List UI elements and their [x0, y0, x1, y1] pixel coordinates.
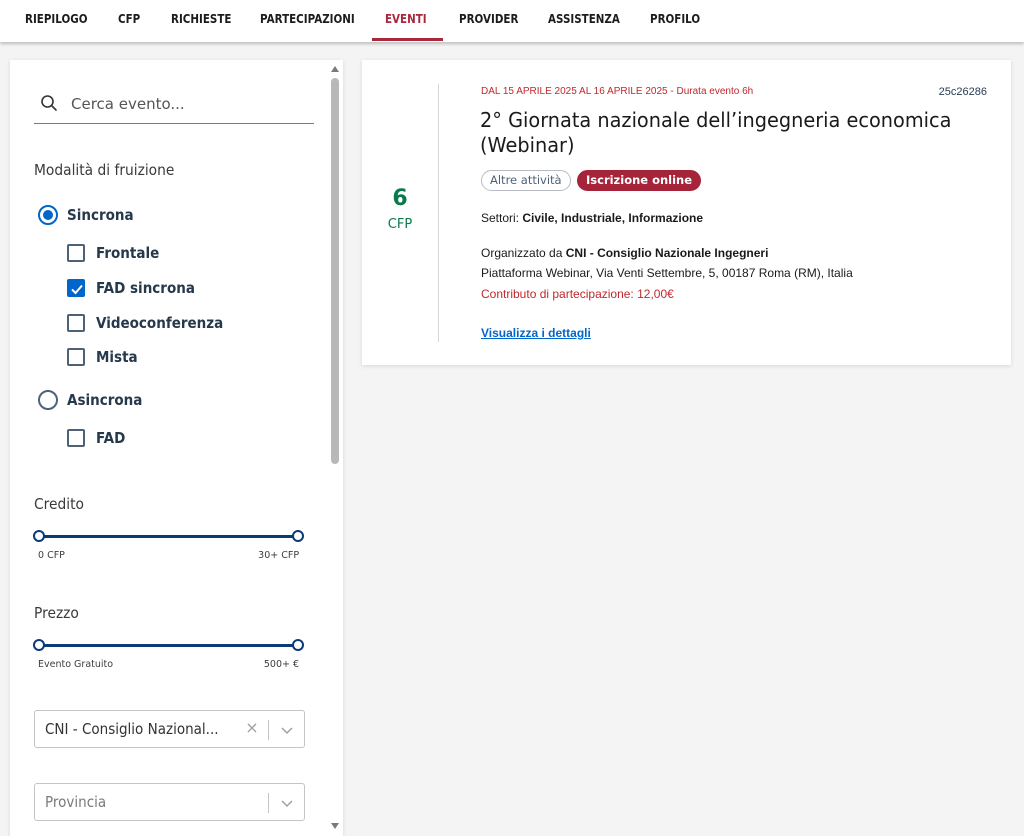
scroll-up-arrow[interactable]: [331, 66, 339, 72]
prezzo-slider-max-handle[interactable]: [292, 639, 304, 651]
checkbox-mista-label[interactable]: Mista: [96, 348, 138, 366]
cfp-value: 6: [392, 186, 408, 211]
nav-partecipazioni[interactable]: PARTECIPAZIONI: [260, 12, 355, 26]
event-settori: Settori: Civile, Industriale, Informazio…: [481, 211, 703, 225]
provider-select[interactable]: CNI - Consiglio Nazional... ×: [34, 710, 305, 748]
credito-max-label: 30+ CFP: [258, 550, 299, 561]
select-separator: [268, 793, 269, 813]
nav-provider[interactable]: PROVIDER: [459, 12, 518, 26]
tag-altre-attivita: Altre attività: [481, 170, 571, 191]
organizzato-value: CNI - Consiglio Nazionale Ingegneri: [565, 246, 769, 260]
chevron-down-icon[interactable]: [281, 798, 293, 808]
credito-slider-track[interactable]: [38, 535, 298, 538]
modalita-title: Modalità di fruizione: [34, 161, 175, 179]
radio-selected-dot: [43, 210, 53, 220]
card-divider: [438, 84, 439, 342]
nav-assistenza[interactable]: ASSISTENZA: [548, 12, 620, 26]
nav-riepilogo[interactable]: RIEPILOGO: [25, 12, 87, 26]
nav-richieste[interactable]: RICHIESTE: [171, 12, 231, 26]
checkbox-mista[interactable]: [67, 348, 85, 366]
chevron-down-icon[interactable]: [281, 725, 293, 735]
nav-profilo[interactable]: PROFILO: [650, 12, 700, 26]
checkbox-fad-sincrona-label[interactable]: FAD sincrona: [96, 279, 195, 297]
settori-value: Civile, Industriale, Informazione: [522, 211, 704, 225]
checkbox-fad-label[interactable]: FAD: [96, 429, 125, 447]
radio-asincrona[interactable]: [38, 390, 58, 410]
tag-iscrizione-online: Iscrizione online: [577, 170, 702, 191]
scrollbar-thumb[interactable]: [331, 78, 339, 464]
check-icon: [71, 284, 83, 295]
search-input[interactable]: [71, 92, 307, 116]
provincia-select-placeholder: Provincia: [45, 793, 107, 811]
event-code: 25c26286: [938, 86, 987, 98]
radio-sincrona[interactable]: [38, 205, 58, 225]
nav-cfp[interactable]: CFP: [118, 12, 140, 26]
prezzo-slider-track[interactable]: [38, 644, 298, 647]
checkbox-frontale-label[interactable]: Frontale: [96, 244, 159, 262]
checkbox-fad-sincrona[interactable]: [67, 279, 85, 297]
credito-slider-max-handle[interactable]: [292, 530, 304, 542]
cfp-label: CFP: [387, 217, 413, 232]
checkbox-videoconferenza-label[interactable]: Videoconferenza: [96, 314, 223, 332]
credito-slider-min-handle[interactable]: [33, 530, 45, 542]
credito-min-label: 0 CFP: [38, 550, 65, 561]
provincia-select[interactable]: Provincia: [34, 783, 305, 821]
event-contributo: Contributo di partecipazione: 12,00€: [481, 287, 674, 301]
prezzo-slider-min-handle[interactable]: [33, 639, 45, 651]
filters-sidebar: Modalità di fruizione Sincrona Frontale …: [10, 60, 343, 836]
prezzo-max-label: 500+ €: [263, 659, 299, 670]
event-address: Piattaforma Webinar, Via Venti Settembre…: [481, 266, 853, 280]
scroll-down-arrow[interactable]: [331, 823, 339, 829]
close-icon[interactable]: ×: [243, 719, 261, 737]
nav-eventi[interactable]: EVENTI: [385, 12, 427, 26]
prezzo-min-label: Evento Gratuito: [38, 659, 114, 670]
provider-select-value: CNI - Consiglio Nazional...: [45, 720, 219, 738]
event-date: DAL 15 APRILE 2025 AL 16 APRILE 2025 - D…: [481, 86, 754, 97]
prezzo-title: Prezzo: [34, 604, 79, 622]
event-organizer: Organizzato da CNI - Consiglio Nazionale…: [481, 246, 768, 260]
search-field[interactable]: [34, 90, 314, 124]
top-navigation: RIEPILOGO CFP RICHIESTE PARTECIPAZIONI E…: [0, 0, 1024, 42]
settori-label: Settori:: [481, 211, 520, 225]
radio-asincrona-label[interactable]: Asincrona: [67, 391, 142, 409]
credito-title: Credito: [34, 495, 84, 513]
checkbox-fad[interactable]: [67, 429, 85, 447]
search-icon: [41, 95, 57, 111]
details-link[interactable]: Visualizza i dettagli: [481, 326, 591, 340]
event-card: 6 CFP DAL 15 APRILE 2025 AL 16 APRILE 20…: [362, 60, 1011, 365]
select-separator: [268, 720, 269, 740]
event-title: 2° Giornata nazionale dell’ingegneria ec…: [480, 108, 952, 157]
organizzato-label: Organizzato da: [481, 246, 563, 260]
radio-sincrona-label[interactable]: Sincrona: [67, 206, 134, 224]
active-tab-indicator: [372, 38, 443, 41]
checkbox-videoconferenza[interactable]: [67, 314, 85, 332]
checkbox-frontale[interactable]: [67, 244, 85, 262]
